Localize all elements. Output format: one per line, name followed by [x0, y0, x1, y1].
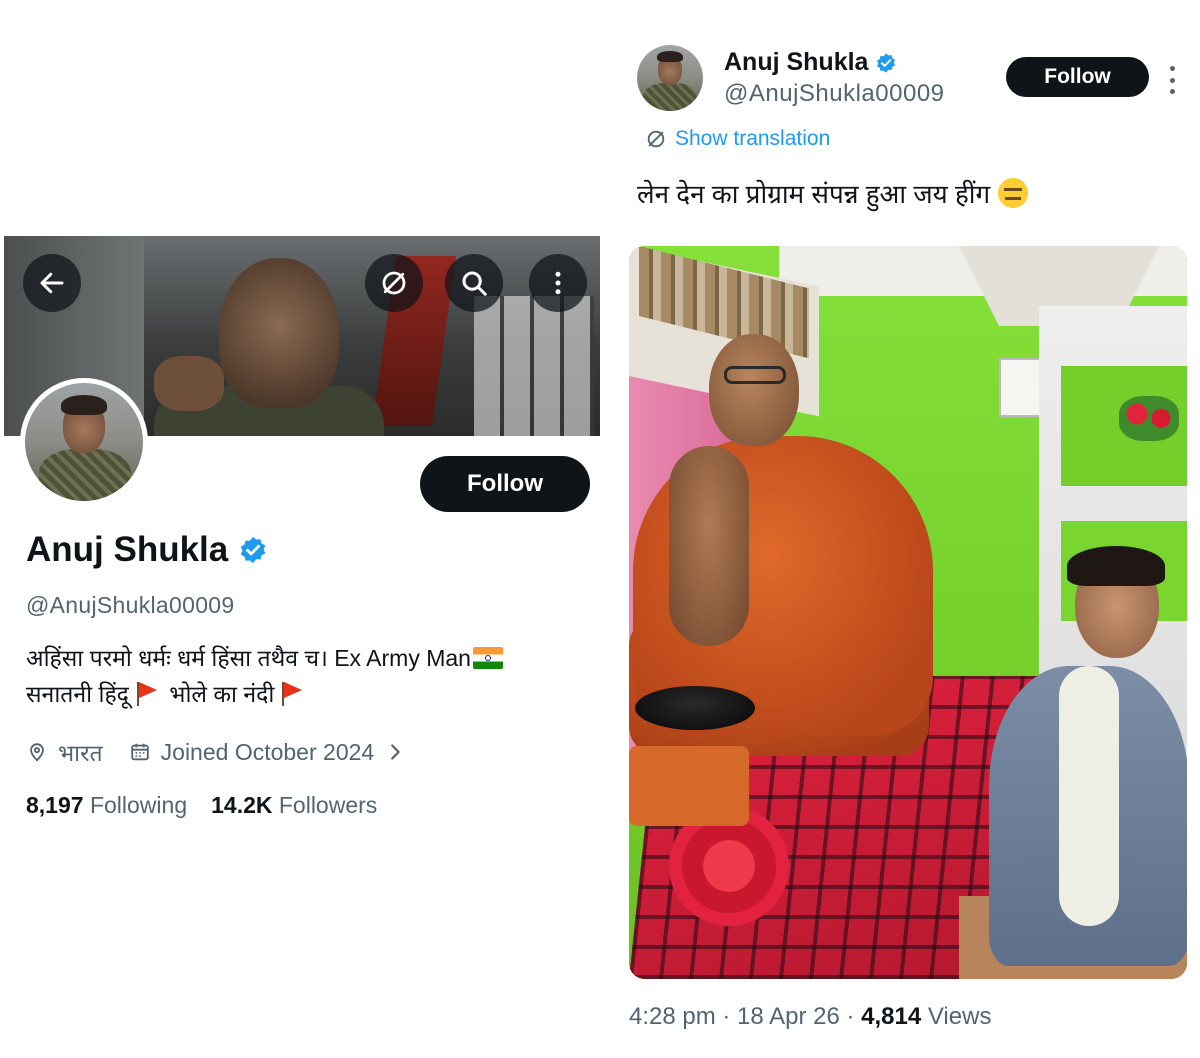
- more-options-button[interactable]: [529, 254, 587, 312]
- india-flag-icon: [472, 647, 503, 669]
- calendar-icon: [130, 743, 149, 761]
- tweet-views-label: Views: [927, 1003, 992, 1030]
- red-flag-icon: [278, 680, 304, 706]
- followers-link[interactable]: 14.2K Followers: [211, 792, 377, 818]
- translate-icon: [647, 130, 665, 148]
- followers-count: 14.2K: [211, 792, 273, 818]
- show-translation-link[interactable]: Show translation: [645, 127, 830, 151]
- profile-follow-button[interactable]: Follow: [420, 456, 590, 512]
- profile-name-row: Anuj Shukla: [26, 530, 268, 570]
- tweet-text-body: लेन देन का प्रोग्राम संपन्न हुआ जय हींग: [637, 179, 991, 209]
- tweet-follow-button[interactable]: Follow: [1006, 57, 1149, 97]
- following-label: Following: [89, 792, 188, 818]
- tweet-time[interactable]: 4:28 pm: [629, 1003, 716, 1030]
- following-link[interactable]: 8,197 Following: [26, 792, 187, 818]
- tweet-photo[interactable]: [629, 246, 1187, 979]
- tweet-footer: 4:28 pm · 18 Apr 26 · 4,814 Views: [629, 1003, 992, 1030]
- joined-item: Joined October 2024: [129, 739, 417, 766]
- verified-badge-icon[interactable]: [875, 52, 897, 74]
- tweet-more-icon[interactable]: [1168, 66, 1176, 94]
- tweet-author-handle[interactable]: @AnujShukla00009: [724, 80, 945, 108]
- translate-toggle-button[interactable]: [365, 254, 423, 312]
- profile-bio: अहिंसा परमो धर्मः धर्म हिंसा तथैव च। Ex …: [26, 640, 586, 712]
- back-button[interactable]: [23, 254, 81, 312]
- tweet-author-avatar[interactable]: [637, 45, 703, 111]
- tweet-text: लेन देन का प्रोग्राम संपन्न हुआ जय हींग: [637, 175, 1029, 211]
- location-item: भारत: [26, 736, 103, 768]
- joined-text: Joined October 2024: [160, 738, 375, 765]
- tweet-author-name-row[interactable]: Anuj Shukla: [724, 48, 897, 77]
- more-vertical-icon: [555, 271, 561, 295]
- profile-name: Anuj Shukla: [26, 530, 229, 569]
- profile-stats: 8,197 Following 14.2K Followers: [26, 792, 377, 819]
- bio-line-2b: भोले का नंदी: [169, 681, 275, 707]
- red-flag-icon: [133, 680, 159, 706]
- expressionless-face-emoji-icon: [998, 178, 1029, 208]
- tweet-views-count: 4,814: [861, 1003, 922, 1030]
- verified-badge-icon[interactable]: [238, 535, 268, 565]
- search-button[interactable]: [445, 254, 503, 312]
- back-arrow-icon: [40, 272, 64, 294]
- location-icon: [30, 743, 44, 762]
- chevron-right-icon[interactable]: [384, 741, 406, 763]
- profile-avatar[interactable]: [20, 378, 148, 506]
- location-text: भारत: [58, 740, 103, 766]
- following-count: 8,197: [26, 792, 84, 818]
- followers-label: Followers: [278, 792, 378, 818]
- bio-line-2a: सनातनी हिंदू: [26, 681, 129, 707]
- no-translate-icon: [382, 271, 406, 295]
- profile-meta: भारत Joined October 2024: [26, 736, 442, 768]
- bio-line-1: अहिंसा परमो धर्मः धर्म हिंसा तथैव च। Ex …: [26, 645, 471, 671]
- show-translation-text: Show translation: [675, 127, 831, 150]
- profile-handle: @AnujShukla00009: [26, 592, 235, 618]
- search-icon: [462, 271, 487, 296]
- tweet-date[interactable]: 18 Apr 26: [737, 1003, 840, 1030]
- tweet-author-name: Anuj Shukla: [724, 48, 869, 76]
